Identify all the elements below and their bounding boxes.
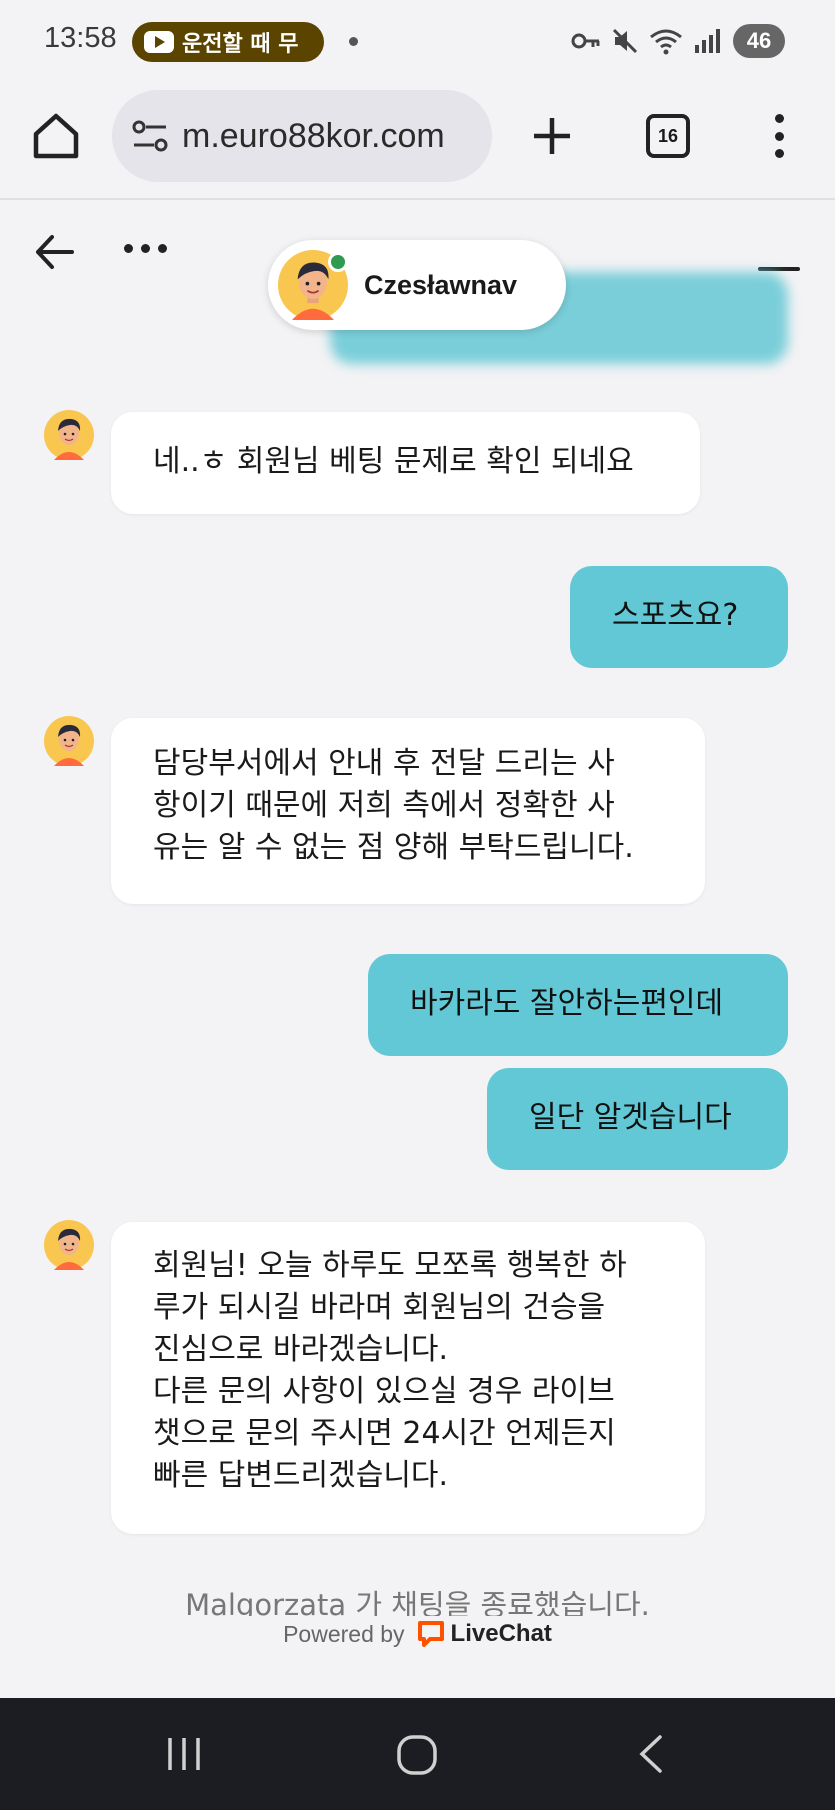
visitor-message-bubble: 스포츠요? bbox=[570, 566, 788, 668]
battery-indicator: 46 bbox=[733, 24, 785, 58]
system-navigation-bar bbox=[0, 1698, 835, 1810]
signal-icon bbox=[695, 29, 720, 53]
agent-message-bubble: 회원님! 오늘 하루도 모쪼록 행복한 하 루가 되시길 바라며 회원님의 건승… bbox=[111, 1222, 705, 1534]
powered-by-footer[interactable]: Powered by LiveChat bbox=[0, 1620, 835, 1648]
agent-avatar-icon bbox=[44, 716, 94, 766]
more-menu-icon[interactable] bbox=[762, 114, 796, 158]
youtube-icon bbox=[144, 31, 174, 53]
chat-ended-notice: Malgorzata 가 채팅을 종료했습니다. bbox=[185, 1588, 650, 1616]
home-circle-icon[interactable] bbox=[396, 1734, 438, 1776]
status-time: 13:58 bbox=[44, 22, 117, 54]
new-tab-icon[interactable] bbox=[528, 112, 576, 160]
key-icon bbox=[571, 33, 600, 49]
home-icon[interactable] bbox=[30, 110, 82, 162]
agent-avatar-icon bbox=[44, 1220, 94, 1270]
visitor-message-bubble: 바카라도 잘안하는편인데 bbox=[368, 954, 788, 1056]
livechat-logo-icon bbox=[417, 1621, 444, 1647]
visitor-message-bubble: 일단 알겟습니다 bbox=[487, 1068, 788, 1170]
agent-avatar-icon bbox=[44, 410, 94, 460]
recent-apps-icon[interactable] bbox=[164, 1734, 204, 1774]
browser-toolbar: m.euro88kor.com 16 bbox=[0, 84, 835, 200]
online-status-dot bbox=[328, 252, 348, 272]
notification-text: 운전할 때 무 bbox=[182, 32, 299, 57]
powered-by-label: Powered by bbox=[283, 1620, 405, 1647]
agent-avatar bbox=[278, 250, 348, 320]
livechat-brand: LiveChat bbox=[450, 1620, 552, 1647]
youtube-notification-pill[interactable]: 운전할 때 무 bbox=[132, 22, 324, 62]
chat-window: Czesławnav 네..ㅎ 회원님 베팅 문제로 확인 되네요 스포츠요? … bbox=[0, 202, 835, 1698]
address-bar[interactable]: m.euro88kor.com bbox=[112, 90, 492, 182]
agent-message-bubble: 네..ㅎ 회원님 베팅 문제로 확인 되네요 bbox=[111, 412, 700, 514]
url-text: m.euro88kor.com bbox=[182, 116, 445, 155]
back-arrow-icon[interactable] bbox=[34, 234, 74, 270]
back-nav-icon[interactable] bbox=[636, 1734, 666, 1774]
agent-header: Czesławnav bbox=[268, 240, 566, 330]
minimize-icon[interactable] bbox=[758, 267, 800, 271]
agent-name: Czesławnav bbox=[364, 269, 518, 300]
tab-switcher-button[interactable]: 16 bbox=[646, 114, 690, 158]
agent-message-bubble: 담당부서에서 안내 후 전달 드리는 사 항이기 때문에 저희 측에서 정확한 … bbox=[111, 718, 705, 904]
status-bar: 13:58 운전할 때 무 46 bbox=[0, 0, 835, 84]
site-settings-icon[interactable] bbox=[130, 116, 170, 156]
wifi-icon bbox=[650, 29, 682, 55]
chat-options-icon[interactable] bbox=[124, 244, 167, 253]
notification-dot bbox=[349, 37, 358, 46]
mute-icon bbox=[612, 28, 638, 54]
status-icons: 46 bbox=[571, 24, 785, 58]
